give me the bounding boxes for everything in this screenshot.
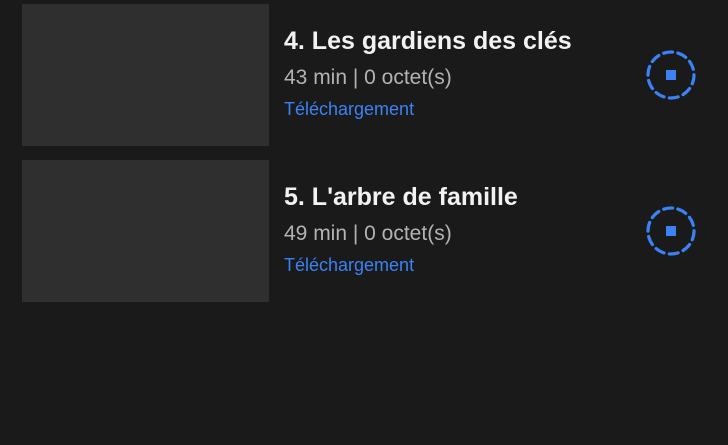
episode-info: 5. L'arbre de famille 49 min | 0 octet(s… (284, 182, 624, 276)
episode-row[interactable]: 5. L'arbre de famille 49 min | 0 octet(s… (0, 160, 728, 302)
episode-title: 5. L'arbre de famille (284, 183, 518, 211)
stop-download-icon (646, 50, 696, 100)
stop-download-icon (646, 206, 696, 256)
episode-meta: 43 min | 0 octet(s) (284, 66, 452, 89)
episode-thumbnail[interactable] (22, 4, 269, 146)
download-status: Téléchargement (284, 255, 415, 275)
episode-meta: 49 min | 0 octet(s) (284, 222, 452, 245)
episode-title: 4. Les gardiens des clés (284, 27, 572, 55)
episode-info: 4. Les gardiens des clés 43 min | 0 octe… (284, 26, 624, 120)
episode-row[interactable]: 4. Les gardiens des clés 43 min | 0 octe… (0, 4, 728, 146)
stop-download-button[interactable] (646, 50, 696, 100)
stop-download-button[interactable] (646, 206, 696, 256)
download-status: Téléchargement (284, 99, 415, 119)
episode-thumbnail[interactable] (22, 160, 269, 302)
